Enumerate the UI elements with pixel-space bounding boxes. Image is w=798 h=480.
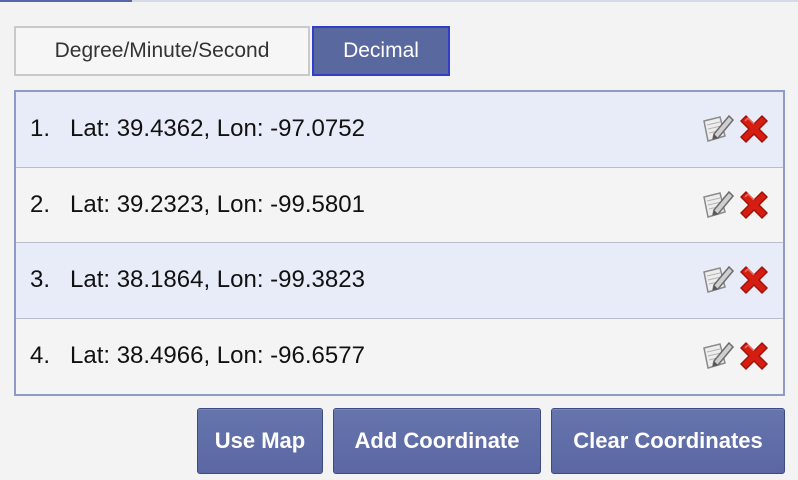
coordinate-list: 1. Lat: 39.4362, Lon: -97.0752 2. Lat: 39.… [14,90,785,396]
row-actions [701,263,771,297]
coordinate-value: Lat: 38.4966, Lon: -96.6577 [70,342,365,370]
coordinate-value: Lat: 39.4362, Lon: -97.0752 [70,115,365,143]
edit-icon[interactable] [701,263,735,297]
add-coordinate-button[interactable]: Add Coordinate [333,408,541,474]
coordinate-text: 2. Lat: 39.2323, Lon: -99.5801 [30,191,365,219]
delete-icon[interactable] [737,112,771,146]
coordinate-index: 4. [30,342,51,370]
list-item: 4. Lat: 38.4966, Lon: -96.6577 [16,318,783,394]
list-item: 2. Lat: 39.2323, Lon: -99.5801 [16,167,783,243]
row-actions [701,188,771,222]
format-tabs: Degree/Minute/Second Decimal [14,26,452,76]
tab-decimal[interactable]: Decimal [312,26,450,76]
coordinate-index: 1. [30,115,51,143]
tab-degree-minute-second[interactable]: Degree/Minute/Second [14,26,310,76]
row-actions [701,339,771,373]
delete-icon[interactable] [737,263,771,297]
delete-icon[interactable] [737,339,771,373]
coordinate-text: 1. Lat: 39.4362, Lon: -97.0752 [30,115,365,143]
tab-label: Degree/Minute/Second [54,39,270,62]
top-tab-strip [0,0,798,2]
list-item: 1. Lat: 39.4362, Lon: -97.0752 [16,92,783,168]
coordinate-text: 3. Lat: 38.1864, Lon: -99.3823 [30,266,365,294]
delete-icon[interactable] [737,188,771,222]
row-actions [701,112,771,146]
edit-icon[interactable] [701,339,735,373]
coordinate-text: 4. Lat: 38.4966, Lon: -96.6577 [30,342,365,370]
clear-coordinates-button[interactable]: Clear Coordinates [551,408,785,474]
actions-bar: Use Map Add Coordinate Clear Coordinates [187,408,785,474]
edit-icon[interactable] [701,112,735,146]
coordinate-value: Lat: 38.1864, Lon: -99.3823 [70,266,365,294]
use-map-button[interactable]: Use Map [197,408,323,474]
coordinate-index: 3. [30,266,51,294]
list-item: 3. Lat: 38.1864, Lon: -99.3823 [16,243,783,319]
coordinate-value: Lat: 39.2323, Lon: -99.5801 [70,190,365,218]
tab-label: Decimal [343,39,419,62]
edit-icon[interactable] [701,188,735,222]
coordinate-index: 2. [30,190,51,218]
